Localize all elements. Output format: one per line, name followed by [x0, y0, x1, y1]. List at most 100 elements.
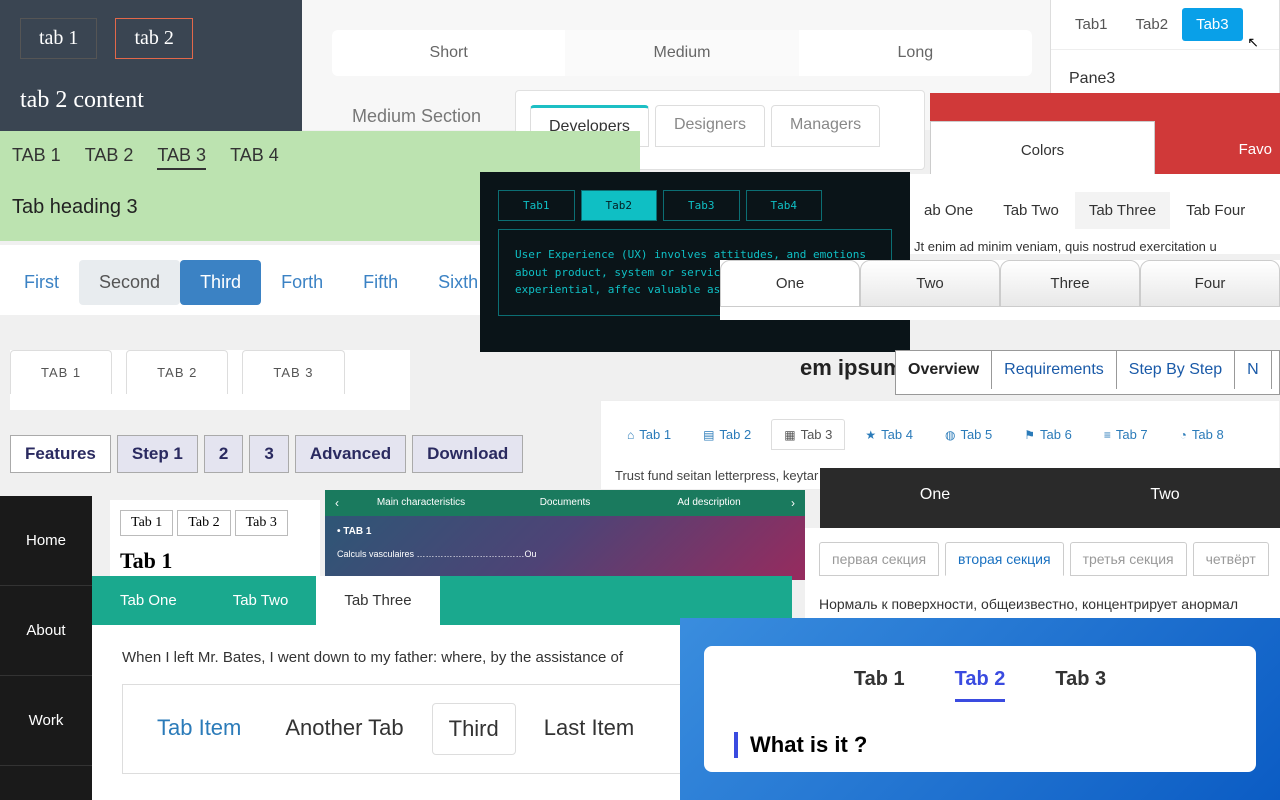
tab-3[interactable]: Tab3 — [663, 190, 740, 221]
subtab-third[interactable]: Third — [432, 703, 516, 755]
tab-first[interactable]: First — [4, 260, 79, 305]
panel-overview-tabs: Overview Requirements Step By Step N — [895, 350, 1280, 395]
tab-3[interactable]: TAB 3 — [242, 350, 344, 394]
subtab-another[interactable]: Another Tab — [269, 703, 419, 755]
tab-section-1[interactable]: первая секция — [819, 542, 939, 576]
tab-row: One Two Three Four — [720, 260, 1280, 307]
tab-1[interactable]: Tab1 — [1061, 8, 1122, 41]
tab-3[interactable]: ▦ Tab 3 — [771, 419, 845, 450]
tab-second[interactable]: Second — [79, 260, 180, 305]
tab-caption: • TAB 1 — [325, 516, 805, 547]
tab-label: Tab 2 — [719, 427, 751, 442]
tab-5[interactable]: ◍ Tab 5 — [933, 419, 1004, 450]
tab-2[interactable]: TAB 2 — [85, 145, 134, 170]
panel-dark-two-tabs: One Two — [820, 468, 1280, 528]
tab-fifth[interactable]: Fifth — [343, 260, 418, 305]
panel-feature-steps-tabs: Features Step 1 2 3 Advanced Download — [10, 435, 570, 480]
tab-step-by-step[interactable]: Step By Step — [1117, 351, 1235, 389]
tab-2[interactable]: Tab 2 — [177, 510, 230, 536]
tab-8[interactable]: ◔Tab 8 — [1168, 419, 1236, 450]
tab-step2[interactable]: 2 — [204, 435, 243, 473]
tab-one[interactable]: One — [820, 468, 1050, 522]
tab-row: первая секция вторая секция третья секци… — [819, 542, 1280, 576]
subtab-item[interactable]: Tab Item — [141, 703, 257, 755]
tab-medium[interactable]: Medium — [565, 30, 798, 76]
tab-step3[interactable]: 3 — [249, 435, 288, 473]
tab-3[interactable]: Tab 3 — [1055, 668, 1106, 702]
calendar-icon: ▦ — [784, 428, 795, 442]
tab-label: Tab 3 — [801, 427, 833, 442]
tab-ad[interactable]: Ad description — [637, 490, 781, 516]
tab-advanced[interactable]: Advanced — [295, 435, 406, 473]
tab-2[interactable]: Tab2 — [1122, 8, 1183, 41]
tab-4[interactable]: TAB 4 — [230, 145, 279, 170]
tab-overview[interactable]: Overview — [896, 351, 992, 389]
tab-1[interactable]: tab 1 — [20, 18, 97, 59]
tab-2[interactable]: ▤Tab 2 — [691, 419, 763, 450]
sidebar-item-home[interactable]: Home — [0, 496, 92, 586]
tab-6[interactable]: ⚑Tab 6 — [1012, 419, 1084, 450]
tab-main[interactable]: Main characteristics — [349, 490, 493, 516]
ipsum-fragment: em ipsum — [800, 355, 903, 381]
globe-icon: ◍ — [945, 428, 955, 442]
tab-1[interactable]: Tab 1 — [854, 668, 905, 702]
subtab-last[interactable]: Last Item — [528, 703, 650, 755]
tab-short[interactable]: Short — [332, 30, 565, 76]
tab-two[interactable]: Tab Two — [205, 576, 317, 625]
tab-one[interactable]: One — [720, 260, 860, 307]
tab-1[interactable]: TAB 1 — [12, 145, 61, 170]
tab-three[interactable]: Three — [1000, 260, 1140, 307]
tab-2[interactable]: Tab2 — [581, 190, 658, 221]
tab-three[interactable]: Tab Three — [1075, 192, 1170, 229]
panel-pill-tabs: First Second Third Forth Fifth Sixth — [0, 245, 480, 315]
tab-features[interactable]: Features — [10, 435, 111, 473]
panel-blue-card-tabs: Tab 1 Tab 2 Tab 3 What is it ? — [680, 618, 1280, 800]
tab-row: Features Step 1 2 3 Advanced Download — [10, 435, 570, 473]
tab-two[interactable]: Two — [1050, 468, 1280, 522]
chevron-right-icon[interactable]: › — [781, 490, 805, 516]
tab-label: Tab 5 — [960, 427, 992, 442]
tab-four[interactable]: Tab Four — [1172, 192, 1259, 229]
tab-2[interactable]: TAB 2 — [126, 350, 228, 394]
tab-4[interactable]: Tab4 — [746, 190, 823, 221]
tab-three[interactable]: Tab Three — [316, 576, 439, 625]
tab-step1[interactable]: Step 1 — [117, 435, 198, 473]
tab-1[interactable]: TAB 1 — [10, 350, 112, 394]
tab-section-3[interactable]: третья секция — [1070, 542, 1187, 576]
chevron-left-icon[interactable]: ‹ — [325, 490, 349, 516]
tab-colors[interactable]: Colors — [930, 121, 1155, 179]
tab-section-4[interactable]: четвёрт — [1193, 542, 1269, 576]
tab-requirements[interactable]: Requirements — [992, 351, 1117, 389]
tab-1[interactable]: Tab 1 — [120, 510, 173, 536]
tab-two[interactable]: Two — [860, 260, 1000, 307]
tab-3[interactable]: Tab3 — [1182, 8, 1243, 41]
tab-4[interactable]: ★Tab 4 — [853, 419, 925, 450]
tab-documents[interactable]: Documents — [493, 490, 637, 516]
tab-3[interactable]: Tab 3 — [235, 510, 288, 536]
tab-3[interactable]: TAB 3 — [157, 145, 206, 170]
tab-two[interactable]: Tab Two — [989, 192, 1073, 229]
tab-download[interactable]: Download — [412, 435, 523, 473]
tab-third[interactable]: Third — [180, 260, 261, 305]
tab-four[interactable]: Four — [1140, 260, 1280, 307]
tab-managers[interactable]: Managers — [771, 105, 880, 147]
tab-2[interactable]: Tab 2 — [955, 668, 1006, 702]
tab-long[interactable]: Long — [799, 30, 1032, 76]
tab-designers[interactable]: Designers — [655, 105, 765, 147]
tab-2[interactable]: tab 2 — [115, 18, 192, 59]
sidebar-item-about[interactable]: About — [0, 586, 92, 676]
tab-forth[interactable]: Forth — [261, 260, 343, 305]
tab-n[interactable]: N — [1235, 351, 1272, 389]
tab-row: One Two — [820, 468, 1280, 522]
tab-1[interactable]: Tab1 — [498, 190, 575, 221]
tab-7[interactable]: ≡Tab 7 — [1092, 419, 1160, 450]
tab-one[interactable]: ab One — [910, 192, 987, 229]
sidebar-item-work[interactable]: Work — [0, 676, 92, 766]
star-icon: ★ — [865, 428, 876, 442]
tab-one[interactable]: Tab One — [92, 576, 205, 625]
tab-content: Нормаль к поверхности, общеизвестно, кон… — [819, 596, 1280, 612]
tab-favorites[interactable]: Favo — [1239, 141, 1272, 158]
tab-1[interactable]: ⌂Tab 1 — [615, 419, 683, 450]
tab-sixth[interactable]: Sixth — [418, 260, 498, 305]
tab-section-2[interactable]: вторая секция — [945, 542, 1064, 576]
